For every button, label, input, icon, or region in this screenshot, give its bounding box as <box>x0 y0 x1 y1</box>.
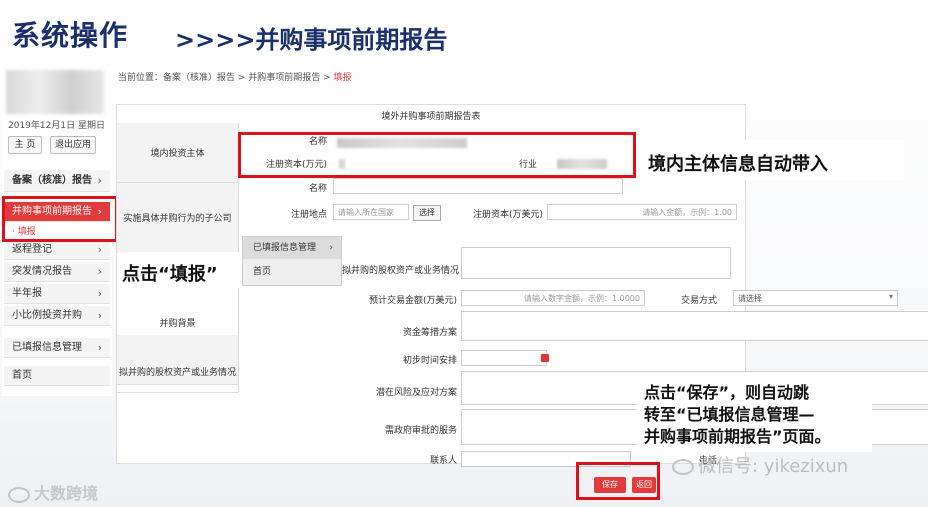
highlight-box-save <box>576 462 660 500</box>
chevron-right-icon: › <box>329 243 333 253</box>
watermark-right: 微信号: yikezixun <box>672 452 848 478</box>
watermark-left: 大数跨境 <box>8 480 98 504</box>
breadcrumb-prefix: 当前位置： <box>118 73 164 83</box>
flyout-item-homepage[interactable]: 首页 <box>243 261 341 283</box>
company-name-field[interactable] <box>333 178 623 194</box>
sidebar-item-label: 小比例投资并购 <box>12 310 82 321</box>
schedule-date-field[interactable] <box>461 350 547 366</box>
sidebar-item-label: 返程登记 <box>12 244 52 255</box>
logout-button[interactable]: 退出应用 <box>50 136 96 154</box>
sidebar-item-label: 突发情况报告 <box>12 266 72 277</box>
sidebar-item-label: 已填报信息管理 <box>12 342 82 353</box>
breadcrumb-current: 填报 <box>333 73 352 83</box>
calendar-icon[interactable] <box>541 354 549 362</box>
breadcrumb-path[interactable]: 备案（核准）报告 > 并购事项前期报告 > <box>163 73 334 83</box>
trade-method-label: 交易方式 <box>680 296 717 306</box>
highlight-box-sidebar <box>2 196 118 242</box>
section-target-info: 拟并购的股权资产或业务情况 <box>117 335 239 385</box>
target-assets-label: 拟并购的股权资产或业务情况 <box>341 266 459 276</box>
chevron-right-icon: › <box>97 287 102 300</box>
target-assets-textarea[interactable] <box>461 247 731 279</box>
sidebar-item-label: 半年报 <box>12 288 42 299</box>
approvals-label: 需政府审批的服务 <box>384 426 457 436</box>
sidebar-item-semiannual-report[interactable]: 半年报 › <box>4 284 110 304</box>
callout-click-fill: 点击“填报” <box>122 264 218 285</box>
watermark-right-text: 微信号: yikezixun <box>698 456 849 477</box>
estimated-price-label: 预计交易金额(万美元) <box>368 296 457 306</box>
contact-label: 联系人 <box>429 456 457 466</box>
sidebar-item-label: 首页 <box>12 370 32 381</box>
slide-subtitle: >>>>并购事项前期报告 <box>175 26 448 54</box>
callout-save-line: 点击“保存”，则自动跳 <box>644 383 810 402</box>
app-logo <box>6 70 104 114</box>
callout-autofill: 境内主体信息自动带入 <box>648 154 828 175</box>
wechat-icon <box>672 459 694 475</box>
estimated-price-field[interactable]: 请输入数字金额，示例：1.0000 <box>461 290 645 306</box>
trade-method-select[interactable]: 请选择 <box>733 290 898 306</box>
watermark-left-text: 大数跨境 <box>34 484 99 503</box>
section-acquiring-company: 实施具体并购行为的子公司 <box>117 183 239 253</box>
schedule-label: 初步时间安排 <box>402 356 457 366</box>
sidebar-item-filing-report[interactable]: 备案（核准）报告 › <box>4 170 110 192</box>
chevron-right-icon: › <box>97 341 102 354</box>
chevron-right-icon: › <box>97 265 102 278</box>
sidebar-item-label: 备案（核准）报告 <box>12 175 92 186</box>
name2-label: 名称 <box>308 184 327 194</box>
breadcrumb: 当前位置：备案（核准）报告 > 并购事项前期报告 > 填报 <box>118 70 352 83</box>
registered-place-label: 注册地点 <box>290 210 327 220</box>
highlight-box-autofill <box>238 132 636 178</box>
registered-capital2-label: 注册资本(万美元) <box>472 210 543 220</box>
callout-save-line: 转至“已填报信息管理— <box>644 405 815 424</box>
sidebar-item-homepage[interactable]: 首页 <box>4 366 110 386</box>
registered-capital2-field[interactable]: 请输入金额，示例：1.00 <box>547 204 737 220</box>
callout-save-line: 并购事项前期报告”页面。 <box>644 427 831 446</box>
sidebar-item-small-investment[interactable]: 小比例投资并购 › <box>4 306 110 326</box>
chevron-right-icon: › <box>97 309 102 322</box>
sidebar-item-submitted-info[interactable]: 已填报信息管理 › <box>4 338 110 358</box>
brand-logo-icon <box>8 486 30 503</box>
home-button[interactable]: 主 页 <box>8 136 42 154</box>
sidebar-item-emergency-report[interactable]: 突发情况报告 › <box>4 262 110 282</box>
flyout-item-label: 首页 <box>253 267 272 277</box>
flyout-item-label: 已填报信息管理 <box>253 243 317 253</box>
date-label: 2019年12月1日 星期日 <box>8 121 105 131</box>
financing-plan-label: 资金筹措方案 <box>402 328 457 338</box>
registered-place-field[interactable]: 请输入所在国家 <box>333 204 409 220</box>
financing-plan-textarea[interactable] <box>461 311 928 341</box>
risk-label: 潜在风险及应对方案 <box>375 388 457 398</box>
chevron-right-icon: › <box>97 174 102 187</box>
select-country-button[interactable]: 选择 <box>413 205 441 221</box>
section-domestic-investor: 境内投资主体 <box>117 123 239 183</box>
slide-title: 系统操作 <box>12 19 129 52</box>
sidebar-item-return-registration[interactable]: 返程登记 › <box>4 240 110 260</box>
chevron-right-icon: › <box>97 243 102 256</box>
flyout-item-submitted-info[interactable]: 已填报信息管理 › <box>243 237 341 259</box>
sidebar-flyout-menu: 已填报信息管理 › 首页 <box>242 236 342 286</box>
callout-save-note: 点击“保存”，则自动跳 转至“已填报信息管理— 并购事项前期报告”页面。 <box>644 382 831 448</box>
form-title: 境外并购事项前期报告表 <box>381 112 481 122</box>
